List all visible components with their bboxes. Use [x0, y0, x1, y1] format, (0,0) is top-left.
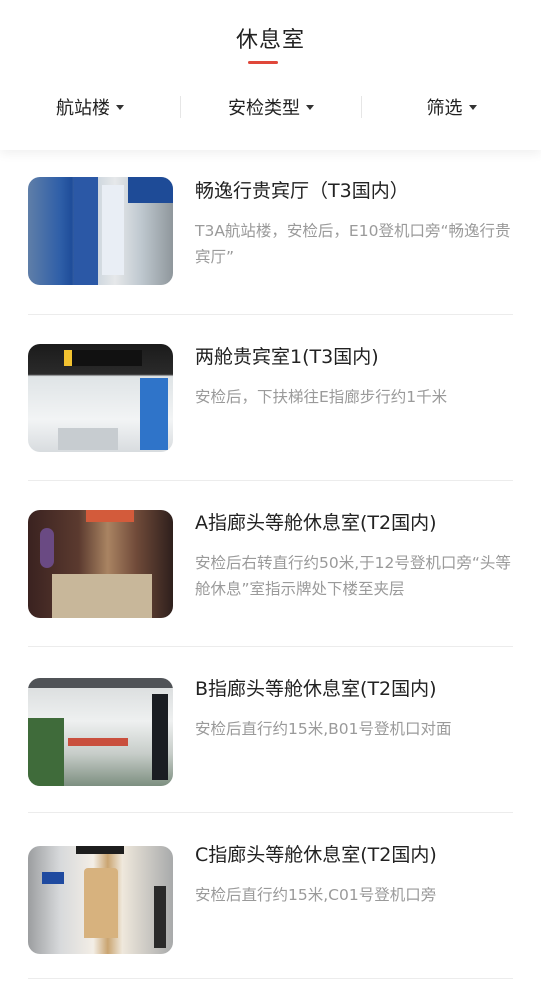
lounge-description: T3A航站楼，安检后，E10登机口旁“畅逸行贵宾厅” — [195, 222, 511, 266]
item-separator — [28, 812, 513, 813]
filter-terminal-dropdown[interactable]: 航站楼 — [0, 88, 180, 126]
lounge-name: C指廊头等舱休息室(T2国内) — [195, 844, 437, 866]
filter-bar: 航站楼 安检类型 筛选 — [0, 88, 541, 126]
caret-down-icon — [116, 104, 124, 110]
lounge-photo — [28, 846, 173, 954]
filter-divider — [361, 96, 362, 118]
page-title: 休息室 — [235, 28, 305, 53]
lounge-name: 两舱贵宾室1(T3国内) — [195, 346, 379, 368]
lounge-name: 畅逸行贵宾厅（T3国内） — [195, 180, 409, 202]
lounge-item[interactable]: C指廊头等舱休息室(T2国内) 安检后直行约15米,C01号登机口旁 — [0, 814, 541, 980]
lounge-photo — [28, 678, 173, 786]
filter-terminal-label: 航站楼 — [56, 98, 110, 119]
item-separator — [28, 314, 513, 315]
caret-down-icon — [306, 104, 314, 110]
item-separator — [28, 646, 513, 647]
lounge-description: 安检后直行约15米,C01号登机口旁 — [195, 886, 437, 904]
filter-security-type-label: 安检类型 — [228, 98, 300, 119]
filter-divider — [180, 96, 181, 118]
lounge-description: 安检后右转直行约50米,于12号登机口旁“头等舱休息”室指示牌处下楼至夹层 — [195, 554, 511, 598]
lounge-description: 安检后，下扶梯往E指廊步行约1千米 — [195, 388, 448, 406]
lounge-name: A指廊头等舱休息室(T2国内) — [195, 512, 437, 534]
item-separator — [28, 978, 513, 979]
lounge-item[interactable]: B指廊头等舱休息室(T2国内) 安检后直行约15米,B01号登机口对面 — [0, 648, 541, 814]
item-separator — [28, 480, 513, 481]
title-active-indicator — [248, 61, 278, 64]
lounge-photo — [28, 177, 173, 285]
lounge-photo — [28, 510, 173, 618]
lounge-photo — [28, 344, 173, 452]
filter-more-dropdown[interactable]: 筛选 — [362, 88, 541, 126]
caret-down-icon — [468, 104, 477, 110]
lounge-item[interactable]: 畅逸行贵宾厅（T3国内） T3A航站楼，安检后，E10登机口旁“畅逸行贵宾厅” — [0, 150, 541, 316]
top-header: 休息室 航站楼 安检类型 筛选 — [0, 0, 541, 150]
filter-more-label: 筛选 — [426, 98, 463, 119]
lounge-name: B指廊头等舱休息室(T2国内) — [195, 678, 437, 700]
lounge-description: 安检后直行约15米,B01号登机口对面 — [195, 720, 452, 738]
lounge-item[interactable]: 两舱贵宾室1(T3国内) 安检后，下扶梯往E指廊步行约1千米 — [0, 316, 541, 482]
lounge-item[interactable]: A指廊头等舱休息室(T2国内) 安检后右转直行约50米,于12号登机口旁“头等舱… — [0, 482, 541, 648]
filter-security-type-dropdown[interactable]: 安检类型 — [181, 88, 361, 126]
